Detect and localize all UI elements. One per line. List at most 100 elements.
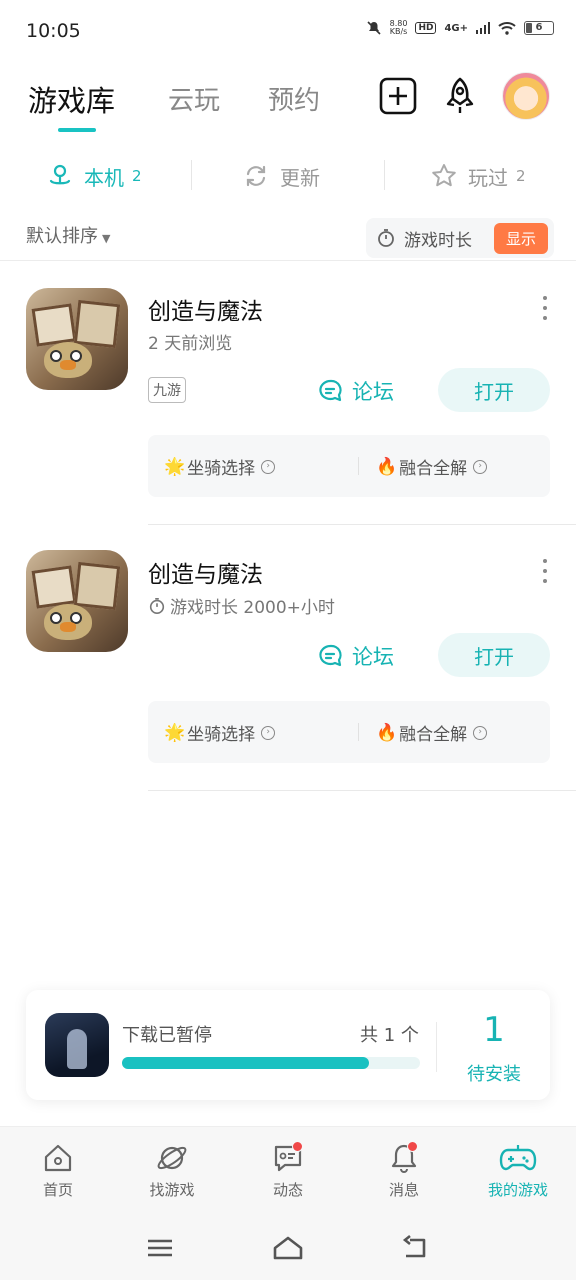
- caret-down-icon: ▼: [102, 232, 111, 245]
- nav-home[interactable]: 首页: [8, 1141, 108, 1200]
- nav-discover[interactable]: 找游戏: [122, 1141, 222, 1200]
- chevron-right-icon: ›: [261, 459, 276, 474]
- game-subtitle: 2 天前浏览: [148, 334, 233, 354]
- nav-label: 消息: [388, 1181, 419, 1199]
- divider: [358, 723, 359, 741]
- nav-label: 首页: [42, 1181, 73, 1199]
- quick-links: 🌟 坐骑选择 › 🔥 融合全解 ›: [148, 435, 550, 497]
- tab-reservation[interactable]: 预约: [268, 80, 320, 117]
- game-icon[interactable]: [26, 288, 128, 390]
- battery-icon: 6: [524, 21, 554, 35]
- link-label: 坐骑选择: [187, 459, 256, 479]
- stopwatch-icon: [149, 597, 165, 614]
- sub-tabs: 本机 2 更新 玩过 2: [0, 148, 576, 204]
- game-title[interactable]: 创造与魔法: [148, 292, 263, 326]
- menu-icon[interactable]: [144, 1232, 176, 1264]
- link-mount-selection[interactable]: 🌟 坐骑选择 ›: [164, 720, 276, 745]
- open-button[interactable]: 打开: [438, 368, 550, 412]
- nav-my-games[interactable]: 我的游戏: [468, 1141, 568, 1200]
- subtab-update-label: 更新: [280, 165, 320, 190]
- playtime-toggle: 游戏时长 显示: [366, 218, 554, 258]
- notification-badge: [407, 1141, 418, 1152]
- download-status: 下载已暂停: [122, 1025, 212, 1046]
- mute-icon: [367, 21, 381, 35]
- forum-icon: [319, 379, 342, 402]
- link-mount-selection[interactable]: 🌟 坐骑选择 ›: [164, 454, 276, 479]
- chevron-right-icon: ›: [473, 725, 488, 740]
- subtab-played[interactable]: 玩过 2: [430, 148, 526, 204]
- link-fusion-guide[interactable]: 🔥 融合全解 ›: [376, 720, 488, 745]
- gamepad-icon: [499, 1145, 537, 1171]
- notification-badge: [292, 1141, 303, 1152]
- quick-links: 🌟 坐骑选择 › 🔥 融合全解 ›: [148, 701, 550, 763]
- divider: [384, 160, 385, 190]
- local-device-icon: [49, 164, 71, 185]
- forum-button[interactable]: 论坛: [318, 641, 394, 671]
- tab-game-library[interactable]: 游戏库: [28, 78, 115, 120]
- download-progress-bar: [122, 1057, 420, 1069]
- status-time: 10:05: [26, 20, 81, 42]
- planet-icon: [157, 1146, 187, 1170]
- chevron-right-icon: ›: [261, 725, 276, 740]
- status-bar: 10:05 8.80 KB/s HD 4G+ 6: [0, 0, 576, 62]
- subtab-local-count: 2: [132, 167, 142, 185]
- show-playtime-button[interactable]: 显示: [493, 222, 548, 254]
- sort-dropdown[interactable]: 默认排序 ▼: [26, 222, 110, 248]
- nav-label: 找游戏: [149, 1181, 195, 1199]
- refresh-icon: [246, 165, 266, 187]
- fire-icon: 🔥: [376, 722, 398, 743]
- divider: [148, 790, 576, 791]
- more-options-icon[interactable]: [538, 559, 552, 583]
- playtime-label: 游戏时长: [404, 230, 472, 251]
- divider: [0, 260, 576, 261]
- pending-install-label[interactable]: 待安装: [444, 1060, 544, 1086]
- avatar[interactable]: [502, 72, 550, 120]
- sparkle-icon: 🌟: [164, 722, 186, 743]
- add-icon[interactable]: [378, 76, 418, 116]
- sparkle-icon: 🌟: [164, 456, 186, 477]
- forum-icon: [319, 644, 342, 667]
- fire-icon: 🔥: [376, 456, 398, 477]
- rocket-icon[interactable]: [440, 76, 480, 116]
- net-speed: 8.80 KB/s: [389, 19, 408, 36]
- subtab-update[interactable]: 更新: [242, 148, 320, 204]
- top-nav: 游戏库 云玩 预约: [0, 62, 576, 142]
- signal-icon: 4G+: [444, 22, 468, 34]
- subtab-local[interactable]: 本机 2: [46, 148, 142, 204]
- game-subtitle: 游戏时长 2000+小时: [148, 593, 335, 618]
- status-icons: 8.80 KB/s HD 4G+ 6: [366, 20, 554, 36]
- nav-label: 动态: [272, 1181, 303, 1199]
- hd-icon: HD: [415, 22, 437, 34]
- tab-cloud-play[interactable]: 云玩: [168, 80, 220, 117]
- sort-row: 默认排序 ▼ 游戏时长 显示: [0, 214, 576, 260]
- game-title[interactable]: 创造与魔法: [148, 555, 263, 589]
- nav-label: 我的游戏: [487, 1181, 548, 1199]
- download-progress-fill: [122, 1057, 370, 1069]
- chevron-right-icon: ›: [473, 459, 488, 474]
- pending-install-count[interactable]: 1: [444, 1010, 544, 1050]
- stopwatch-icon: [378, 229, 394, 247]
- nav-messages[interactable]: 消息: [354, 1141, 454, 1200]
- subtab-played-label: 玩过: [468, 165, 508, 190]
- back-icon[interactable]: [400, 1232, 432, 1264]
- download-total: 共 1 个: [360, 1025, 419, 1046]
- home-icon: [44, 1144, 72, 1172]
- divider: [191, 160, 192, 190]
- download-panel[interactable]: 下载已暂停 共 1 个 1 待安装: [26, 990, 550, 1100]
- home-key-icon[interactable]: [272, 1232, 304, 1264]
- more-options-icon[interactable]: [538, 296, 552, 320]
- subtab-local-label: 本机: [84, 165, 124, 190]
- link-label: 坐骑选择: [187, 725, 256, 745]
- bottom-nav: 首页 找游戏 动态 消息 我的游戏: [0, 1126, 576, 1216]
- divider: [436, 1022, 437, 1072]
- system-nav: [0, 1216, 576, 1280]
- game-icon[interactable]: [26, 550, 128, 652]
- link-fusion-guide[interactable]: 🔥 融合全解 ›: [376, 454, 488, 479]
- wifi-icon: [498, 22, 516, 35]
- open-button[interactable]: 打开: [438, 633, 550, 677]
- link-label: 融合全解: [399, 459, 468, 479]
- forum-button[interactable]: 论坛: [318, 376, 394, 406]
- divider: [358, 457, 359, 475]
- nav-feed[interactable]: 动态: [238, 1141, 338, 1200]
- channel-tag: 九游: [148, 377, 186, 403]
